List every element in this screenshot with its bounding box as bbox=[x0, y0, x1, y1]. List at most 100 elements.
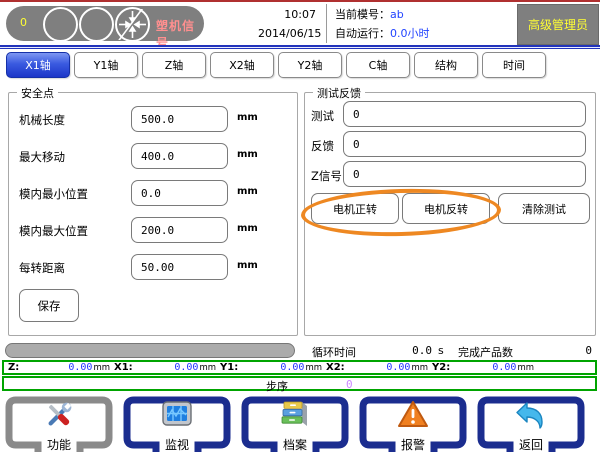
x1-axis-unit: mm bbox=[199, 363, 216, 373]
tab-x1-axis[interactable]: X1轴 bbox=[6, 52, 70, 78]
mold-min-pos-label: 模内最小位置 bbox=[19, 186, 88, 202]
z-signal-field[interactable]: 0 bbox=[343, 161, 586, 187]
tab-z-axis[interactable]: Z轴 bbox=[142, 52, 206, 78]
mold-max-pos-label: 模内最大位置 bbox=[19, 223, 88, 239]
mold-min-pos-unit: mm bbox=[237, 186, 258, 197]
step-sequence-row: 步序 0 bbox=[2, 376, 597, 391]
product-count-label: 完成产品数 bbox=[458, 344, 513, 360]
safety-point-panel: 安全点 机械长度 500.0 mm 最大移动 400.0 mm 模内最小位置 0… bbox=[8, 92, 298, 336]
return-button[interactable]: 返回 bbox=[474, 394, 588, 454]
feedback-field[interactable]: 0 bbox=[343, 131, 586, 157]
dist-per-rev-label: 每转距离 bbox=[19, 260, 65, 276]
x2-axis-unit: mm bbox=[411, 363, 428, 373]
header-info: 当前模号：ab 自动运行：0.0小时 bbox=[335, 5, 430, 43]
y2-axis-label: Y2: bbox=[432, 362, 450, 373]
product-count-value: 0 bbox=[585, 344, 592, 357]
function-button[interactable]: 功能 bbox=[2, 394, 116, 454]
x1-position: X1: 0.00 mm bbox=[110, 362, 216, 373]
cycle-time-value: 0.0 bbox=[400, 344, 432, 357]
nav-label: 报警 bbox=[356, 436, 470, 453]
max-travel-field[interactable]: 400.0 bbox=[131, 143, 228, 169]
dist-per-rev-unit: mm bbox=[237, 260, 258, 271]
machine-length-unit: mm bbox=[237, 112, 258, 123]
monitor-icon bbox=[161, 400, 193, 432]
y1-axis-unit: mm bbox=[305, 363, 322, 373]
test-panel-title: 测试反馈 bbox=[313, 85, 365, 101]
z-axis-label: Z: bbox=[8, 362, 19, 373]
mold-max-pos-unit: mm bbox=[237, 223, 258, 234]
signal-count: 0 bbox=[20, 16, 27, 29]
header-divider bbox=[326, 4, 327, 43]
mold-max-pos-field[interactable]: 200.0 bbox=[131, 217, 228, 243]
y1-axis-value: 0.00 bbox=[238, 362, 304, 373]
mold-value: ab bbox=[390, 8, 404, 21]
archive-icon bbox=[280, 400, 310, 432]
test-field[interactable]: 0 bbox=[343, 101, 586, 127]
step-value: 0 bbox=[346, 378, 353, 391]
time-text: 10:07 bbox=[258, 5, 316, 24]
x2-position: X2: 0.00 mm bbox=[322, 362, 428, 373]
tab-y1-axis[interactable]: Y1轴 bbox=[74, 52, 138, 78]
x2-axis-value: 0.00 bbox=[345, 362, 411, 373]
y2-position: Y2: 0.00 mm bbox=[428, 362, 534, 373]
test-feedback-panel: 测试反馈 测试 0 反馈 0 Z信号 0 电机正转 电机反转 清除测试 bbox=[304, 92, 596, 336]
y2-axis-value: 0.00 bbox=[450, 362, 516, 373]
signal-lamp-icon bbox=[79, 7, 114, 42]
clear-test-button[interactable]: 清除测试 bbox=[498, 193, 590, 224]
max-travel-unit: mm bbox=[237, 149, 258, 160]
x2-axis-label: X2: bbox=[326, 362, 345, 373]
nav-label: 档案 bbox=[238, 436, 352, 453]
alarm-button[interactable]: 报警 bbox=[356, 394, 470, 454]
step-label: 步序 bbox=[266, 378, 288, 394]
date-text: 2014/06/15 bbox=[258, 24, 316, 43]
tab-structure[interactable]: 结构 bbox=[414, 52, 478, 78]
return-icon bbox=[515, 400, 547, 434]
header-separator bbox=[0, 45, 600, 49]
mold-label: 当前模号： bbox=[335, 8, 390, 21]
cycle-time-label: 循环时间 bbox=[312, 344, 356, 360]
axis-position-row: Z: 0.00 mm X1: 0.00 mm Y1: 0.00 mm X2: 0… bbox=[2, 360, 597, 375]
archive-button[interactable]: 档案 bbox=[238, 394, 352, 454]
test-label: 测试 bbox=[311, 108, 334, 124]
clock: 10:07 2014/06/15 bbox=[258, 5, 316, 43]
monitor-button[interactable]: 监视 bbox=[120, 394, 234, 454]
tab-x2-axis[interactable]: X2轴 bbox=[210, 52, 274, 78]
z-signal-label: Z信号 bbox=[311, 168, 342, 184]
tools-icon bbox=[44, 400, 74, 434]
axis-tab-bar: X1轴 Y1轴 Z轴 X2轴 Y2轴 C轴 结构 时间 bbox=[0, 52, 600, 78]
nav-label: 返回 bbox=[474, 436, 588, 453]
header-bar: 0 塑机信号 10:07 2014/06/15 bbox=[0, 2, 600, 45]
safety-panel-title: 安全点 bbox=[17, 85, 58, 101]
progress-bar bbox=[5, 343, 295, 358]
cycle-time-unit: s bbox=[438, 344, 444, 357]
tab-c-axis[interactable]: C轴 bbox=[346, 52, 410, 78]
z-axis-value: 0.00 bbox=[19, 362, 92, 373]
machine-length-field[interactable]: 500.0 bbox=[131, 106, 228, 132]
nav-label: 监视 bbox=[120, 436, 234, 453]
nav-label: 功能 bbox=[2, 436, 116, 453]
z-axis-unit: mm bbox=[93, 363, 110, 373]
save-button[interactable]: 保存 bbox=[19, 289, 79, 322]
signal-lamp-icon bbox=[43, 7, 78, 42]
mold-min-pos-field[interactable]: 0.0 bbox=[131, 180, 228, 206]
autorun-label: 自动运行： bbox=[335, 27, 390, 40]
max-travel-label: 最大移动 bbox=[19, 149, 65, 165]
x1-axis-value: 0.00 bbox=[133, 362, 199, 373]
z-position: Z: 0.00 mm bbox=[4, 362, 110, 373]
machine-signal-button[interactable]: 0 塑机信号 bbox=[6, 6, 204, 41]
x1-axis-label: X1: bbox=[114, 362, 133, 373]
bottom-nav-bar: 功能 监视 bbox=[0, 393, 600, 455]
dist-per-rev-field[interactable]: 50.00 bbox=[131, 254, 228, 280]
feedback-label: 反馈 bbox=[311, 138, 334, 154]
tab-time[interactable]: 时间 bbox=[482, 52, 546, 78]
y1-position: Y1: 0.00 mm bbox=[216, 362, 322, 373]
user-level-button[interactable]: 高级管理员 bbox=[517, 4, 599, 45]
motor-forward-button[interactable]: 电机正转 bbox=[311, 193, 399, 224]
crosshair-icon bbox=[115, 7, 150, 42]
autorun-value: 0.0小时 bbox=[390, 27, 430, 40]
motor-reverse-button[interactable]: 电机反转 bbox=[402, 193, 490, 224]
hmi-screen: 0 塑机信号 10:07 2014/06/15 bbox=[0, 0, 600, 455]
tab-y2-axis[interactable]: Y2轴 bbox=[278, 52, 342, 78]
y1-axis-label: Y1: bbox=[220, 362, 238, 373]
alarm-icon bbox=[397, 400, 429, 433]
